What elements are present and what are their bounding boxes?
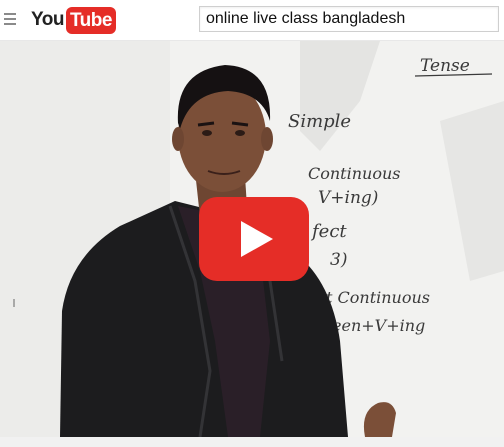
youtube-logo[interactable]: You Tube — [31, 5, 116, 35]
search-box[interactable] — [199, 6, 499, 32]
whiteboard-word-3: 3) — [330, 250, 347, 270]
logo-tube-text: Tube — [65, 6, 116, 34]
whiteboard-word-perfect-continuous: t Continuous — [326, 288, 430, 307]
whiteboard-word-been-ving: een+V+ing — [332, 316, 425, 335]
play-button[interactable] — [199, 197, 309, 281]
whiteboard-word-tense: Tense — [420, 56, 470, 76]
logo-you-text: You — [31, 9, 64, 30]
video-player[interactable]: Tense Simple Continuous V+ing) fect 3) t… — [0, 41, 504, 437]
whiteboard-word-simple: Simple — [288, 111, 351, 132]
play-icon — [199, 197, 309, 281]
whiteboard-word-fect: fect — [310, 221, 347, 242]
player-bottom-strip — [0, 437, 504, 447]
hamburger-menu-icon[interactable] — [4, 13, 16, 25]
masthead: You Tube — [0, 0, 504, 41]
search-input[interactable] — [200, 7, 498, 31]
whiteboard-word-continuous: Continuous — [308, 164, 400, 183]
youtube-embed-page: You Tube Tense Simple Continuous V+ing) — [0, 0, 504, 447]
whiteboard-word-ving: V+ing) — [318, 188, 378, 208]
